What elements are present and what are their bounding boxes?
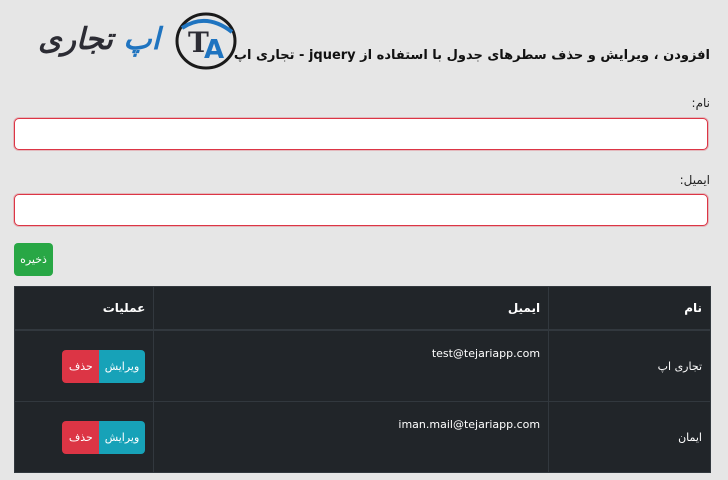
header-name: نام bbox=[548, 286, 711, 331]
table-row: ایمان iman.mail@tejariapp.com ویرایش حذف bbox=[13, 401, 711, 473]
table-header-row: نام ایمیل عملیات bbox=[13, 286, 711, 331]
delete-button[interactable]: حذف bbox=[62, 420, 100, 454]
ops-group: ویرایش حذف bbox=[23, 349, 146, 383]
logo: اپ تجاری T A bbox=[24, 10, 238, 72]
save-button[interactable]: ذخیره bbox=[14, 243, 53, 276]
header-ops: عملیات bbox=[13, 286, 155, 331]
email-label: ایمیل: bbox=[679, 173, 710, 187]
logo-word-tejari: تجاری bbox=[38, 22, 113, 57]
cell-name: تجاری اپ bbox=[548, 329, 711, 402]
name-label: نام: bbox=[691, 96, 710, 110]
svg-text:A: A bbox=[204, 35, 224, 65]
delete-button[interactable]: حذف bbox=[62, 349, 100, 383]
email-input[interactable] bbox=[14, 194, 708, 226]
cell-ops: ویرایش حذف bbox=[13, 401, 155, 473]
edit-button[interactable]: ویرایش bbox=[99, 349, 146, 383]
edit-button[interactable]: ویرایش bbox=[99, 420, 146, 454]
page-title: افزودن ، ویرایش و حذف سطرهای جدول با است… bbox=[233, 48, 710, 63]
logo-word-app: اپ bbox=[123, 22, 160, 57]
cell-email: iman.mail@tejariapp.com bbox=[153, 401, 550, 473]
logo-text: اپ تجاری bbox=[24, 22, 174, 57]
name-input[interactable] bbox=[14, 118, 708, 150]
cell-name: ایمان bbox=[548, 401, 711, 473]
page: اپ تجاری T A افزودن ، ویرایش و حذف سطرها… bbox=[0, 0, 728, 480]
header-email: ایمیل bbox=[153, 286, 550, 331]
table-row: تجاری اپ test@tejariapp.com ویرایش حذف bbox=[13, 329, 711, 402]
data-table: نام ایمیل عملیات تجاری اپ test@tejariapp… bbox=[13, 286, 711, 473]
cell-email: test@tejariapp.com bbox=[153, 329, 550, 402]
logo-mark-icon: T A bbox=[175, 12, 237, 70]
ops-group: ویرایش حذف bbox=[23, 420, 146, 454]
cell-ops: ویرایش حذف bbox=[13, 329, 155, 402]
